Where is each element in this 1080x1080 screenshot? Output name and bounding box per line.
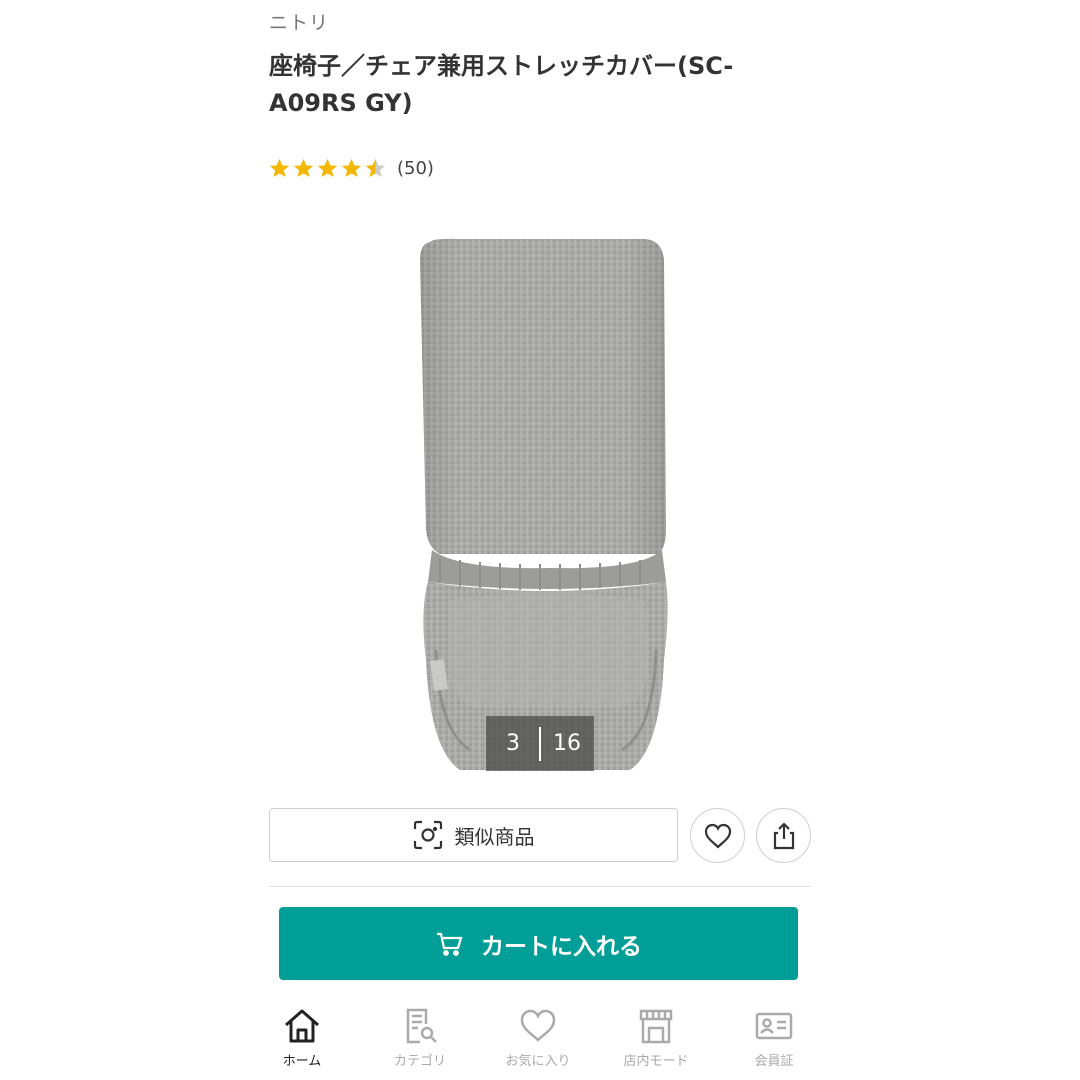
similar-products-button[interactable]: 類似商品	[269, 808, 678, 862]
rating[interactable]: (50)	[268, 157, 434, 180]
camera-scan-icon	[413, 820, 442, 850]
nav-label-favorites: お気に入り	[505, 1054, 571, 1069]
home-icon	[285, 1009, 319, 1043]
share-icon	[773, 821, 794, 849]
star-icon	[317, 158, 338, 178]
similar-products-label: 類似商品	[454, 824, 535, 849]
star-icon	[341, 158, 362, 178]
star-icon	[293, 158, 314, 178]
nav-item-home[interactable]: ホーム	[243, 1000, 361, 1069]
nav-label-home: ホーム	[282, 1054, 322, 1069]
category-search-icon	[406, 1008, 437, 1044]
stretch-cover-image	[420, 238, 668, 770]
member-card-icon	[755, 1012, 793, 1040]
favorite-button[interactable]	[690, 808, 745, 863]
nav-item-member-card[interactable]: 会員証	[715, 1000, 833, 1069]
image-counter: 3 16	[486, 716, 594, 771]
bottom-navigation: ホーム カテゴリ お気に入り 店内モード 会員証	[243, 1000, 837, 1080]
heart-icon	[520, 1009, 556, 1042]
nav-label-member-card: 会員証	[754, 1054, 794, 1069]
brand-name[interactable]: ニトリ	[269, 8, 329, 35]
product-title: 座椅子／チェア兼用ストレッチカバー(SC-A09RS GY)	[269, 52, 734, 117]
add-to-cart-button[interactable]: カートに入れる	[279, 907, 798, 980]
review-count[interactable]: (50)	[397, 158, 434, 179]
nav-item-favorites[interactable]: お気に入り	[479, 1000, 597, 1069]
add-to-cart-label: カートに入れる	[481, 933, 642, 960]
nav-item-category[interactable]: カテゴリ	[361, 1000, 479, 1069]
nav-label-category: カテゴリ	[393, 1054, 446, 1069]
cart-icon	[437, 932, 463, 956]
store-icon	[639, 1009, 673, 1044]
nav-label-store-mode: 店内モード	[623, 1054, 689, 1069]
heart-icon	[704, 823, 731, 849]
image-counter-total: 16	[553, 731, 581, 756]
section-divider	[269, 886, 811, 887]
share-button[interactable]	[756, 808, 811, 863]
product-image[interactable]	[400, 230, 680, 790]
star-rating	[268, 157, 387, 180]
nav-item-store-mode[interactable]: 店内モード	[597, 1000, 715, 1069]
star-icon	[269, 158, 290, 178]
half-star-icon	[365, 158, 386, 178]
image-counter-current: 3	[506, 731, 520, 756]
